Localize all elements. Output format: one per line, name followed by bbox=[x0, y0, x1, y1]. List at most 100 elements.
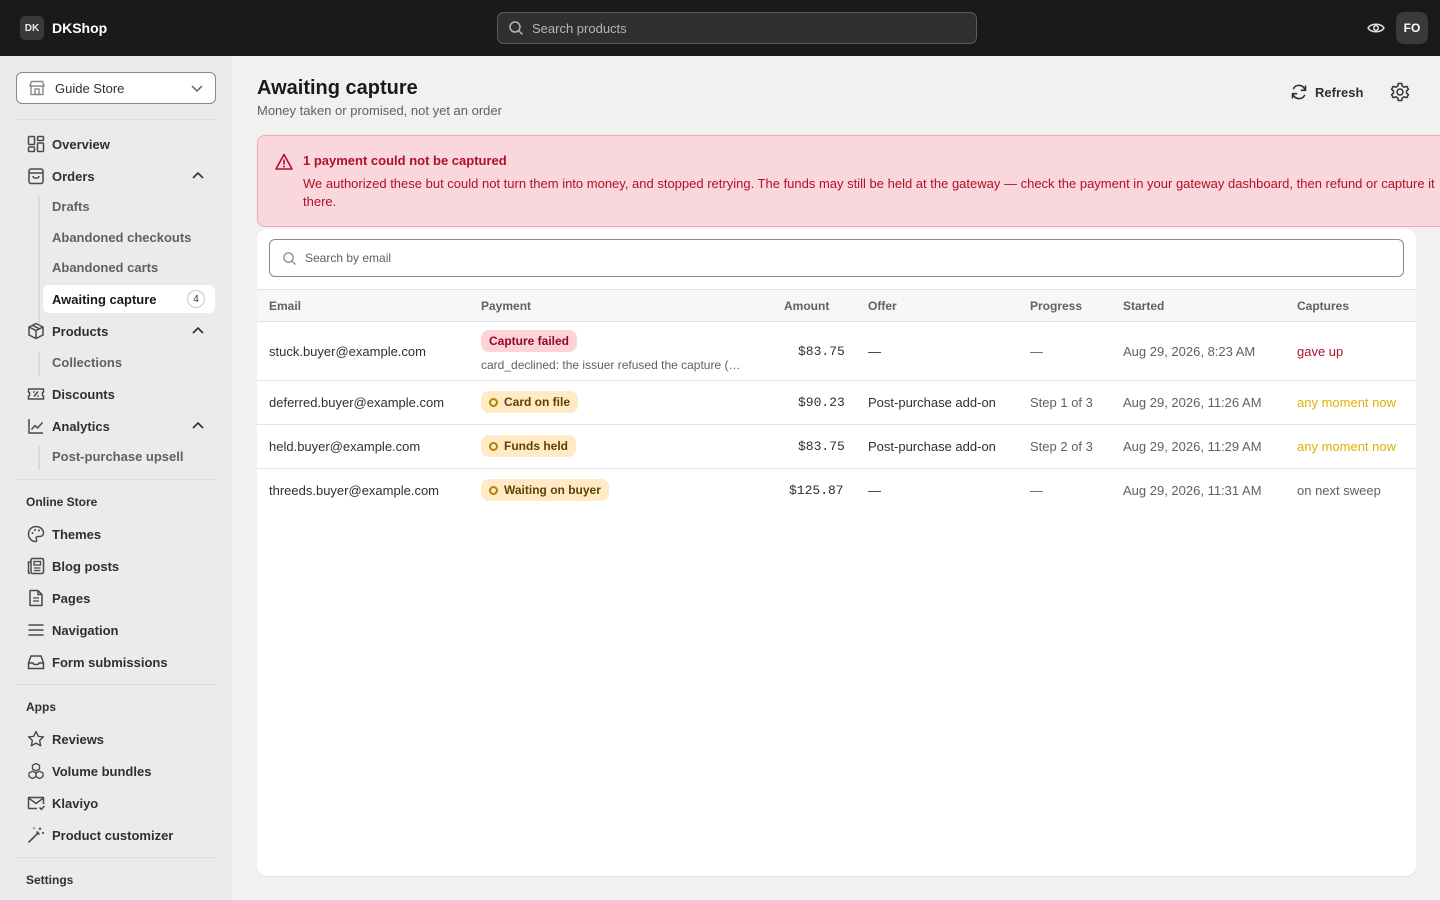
eye-icon[interactable] bbox=[1366, 18, 1386, 38]
column-payment[interactable]: Payment bbox=[481, 299, 531, 313]
divider bbox=[16, 684, 216, 685]
row-captures: any moment now bbox=[1297, 439, 1396, 454]
nav-abandoned-carts[interactable]: Abandoned carts bbox=[52, 255, 158, 279]
blog-icon bbox=[27, 557, 45, 575]
status-badge: Funds held bbox=[481, 435, 576, 457]
table-row[interactable]: deferred.buyer@example.com Card on file … bbox=[257, 381, 1416, 425]
nav-product-customizer[interactable]: Product customizer bbox=[26, 821, 216, 849]
nav-label: Form submissions bbox=[52, 654, 168, 670]
email-icon bbox=[27, 796, 46, 811]
nav-products[interactable]: Products bbox=[26, 317, 216, 345]
gear-icon[interactable] bbox=[1389, 81, 1411, 103]
status-dot-icon bbox=[489, 485, 498, 495]
nav-klaviyo[interactable]: Klaviyo bbox=[26, 789, 216, 817]
top-bar: DK DKShop Search products FO bbox=[0, 0, 1440, 56]
nav-overview[interactable]: Overview bbox=[26, 130, 216, 158]
nav-label: Themes bbox=[52, 526, 102, 542]
row-progress: Step 2 of 3 bbox=[1030, 439, 1093, 454]
section-settings[interactable]: Settings bbox=[26, 873, 73, 887]
count-badge: 4 bbox=[187, 290, 205, 308]
sidebar: Guide Store Overview Orders Drafts Aband… bbox=[0, 56, 232, 900]
capture-failure-banner: 1 payment could not be captured We autho… bbox=[257, 135, 1440, 227]
error-message: card_declined: the issuer refused the ca… bbox=[481, 358, 741, 372]
search-icon bbox=[283, 251, 296, 265]
column-started[interactable]: Started bbox=[1123, 299, 1164, 313]
nav-analytics[interactable]: Analytics bbox=[26, 412, 216, 440]
nav-collections[interactable]: Collections bbox=[52, 350, 122, 374]
menu-icon bbox=[28, 624, 44, 636]
brand-name: DKShop bbox=[52, 20, 108, 36]
row-captures: any moment now bbox=[1297, 395, 1396, 410]
subnav-line bbox=[38, 446, 40, 470]
nav-pages[interactable]: Pages bbox=[26, 584, 216, 612]
palette-icon bbox=[27, 525, 45, 543]
row-offer: Post-purchase add-on bbox=[868, 395, 996, 410]
email-search-input[interactable]: Search by email bbox=[269, 239, 1404, 277]
store-selector[interactable]: Guide Store bbox=[16, 72, 216, 104]
row-started: Aug 29, 2026, 8:23 AM bbox=[1123, 344, 1256, 359]
nav-label: Discounts bbox=[52, 386, 115, 402]
brand[interactable]: DK DKShop bbox=[20, 16, 107, 40]
row-offer: — bbox=[868, 483, 881, 498]
chevron-up-icon[interactable] bbox=[190, 168, 206, 184]
chevron-up-icon[interactable] bbox=[190, 418, 206, 434]
nav-navigation[interactable]: Navigation bbox=[26, 616, 216, 644]
column-offer[interactable]: Offer bbox=[868, 299, 897, 313]
banner-title: 1 payment could not be captured bbox=[303, 153, 507, 168]
store-icon bbox=[29, 80, 45, 96]
status-badge: Card on file bbox=[481, 391, 579, 413]
refresh-icon bbox=[1291, 84, 1307, 100]
nav-post-purchase-upsell[interactable]: Post-purchase upsell bbox=[52, 444, 183, 468]
nav-form-submissions[interactable]: Form submissions bbox=[26, 648, 216, 676]
divider bbox=[16, 119, 216, 120]
column-captures[interactable]: Captures bbox=[1297, 299, 1349, 313]
nav-reviews[interactable]: Reviews bbox=[26, 725, 216, 753]
badge-label: Waiting on buyer bbox=[504, 483, 601, 497]
product-icon bbox=[28, 322, 44, 340]
nav-drafts[interactable]: Drafts bbox=[52, 194, 90, 218]
table-row[interactable]: threeds.buyer@example.com Waiting on buy… bbox=[257, 469, 1416, 513]
chevron-up-icon[interactable] bbox=[190, 323, 206, 339]
nav-abandoned-checkouts[interactable]: Abandoned checkouts bbox=[52, 225, 191, 249]
row-captures: on next sweep bbox=[1297, 483, 1381, 498]
badge-label: Capture failed bbox=[489, 334, 570, 348]
bundle-icon bbox=[28, 762, 44, 780]
store-logo: DK bbox=[20, 16, 44, 40]
row-amount: $83.75 bbox=[798, 344, 845, 359]
row-offer: — bbox=[868, 344, 881, 359]
table-row[interactable]: stuck.buyer@example.com Capture failed c… bbox=[257, 322, 1416, 381]
column-email[interactable]: Email bbox=[269, 299, 301, 313]
warning-icon bbox=[275, 153, 293, 170]
column-progress[interactable]: Progress bbox=[1030, 299, 1082, 313]
nav-discounts[interactable]: Discounts bbox=[26, 380, 216, 408]
inbox-icon bbox=[27, 655, 45, 670]
nav-orders[interactable]: Orders bbox=[26, 162, 216, 190]
nav-label: Blog posts bbox=[52, 558, 120, 574]
avatar[interactable]: FO bbox=[1396, 12, 1428, 44]
nav-label: Reviews bbox=[52, 731, 105, 747]
row-amount: $125.87 bbox=[789, 483, 844, 498]
status-badge: Waiting on buyer bbox=[481, 479, 609, 501]
search-placeholder: Search products bbox=[532, 20, 627, 36]
row-email: threeds.buyer@example.com bbox=[269, 483, 439, 498]
banner-message: We authorized these but could not turn t… bbox=[303, 176, 1435, 209]
row-captures: gave up bbox=[1297, 344, 1344, 359]
chevron-down-icon bbox=[191, 85, 203, 93]
nav-blog-posts[interactable]: Blog posts bbox=[26, 552, 216, 580]
nav-themes[interactable]: Themes bbox=[26, 520, 216, 548]
table-header: Email Payment Amount Offer Progress Star… bbox=[257, 289, 1416, 322]
page-title: Awaiting capture bbox=[257, 77, 418, 99]
search-icon bbox=[509, 21, 523, 35]
nav-awaiting-capture[interactable]: Awaiting capture 4 bbox=[43, 285, 215, 313]
table-row[interactable]: held.buyer@example.com Funds held $83.75… bbox=[257, 425, 1416, 469]
product-search-input[interactable]: Search products bbox=[497, 12, 977, 44]
status-dot-icon bbox=[489, 397, 498, 407]
nav-volume-bundles[interactable]: Volume bundles bbox=[26, 757, 216, 785]
row-amount: $83.75 bbox=[798, 439, 845, 454]
magic-wand-icon bbox=[28, 827, 44, 843]
refresh-button[interactable]: Refresh bbox=[1289, 81, 1363, 103]
row-progress: Step 1 of 3 bbox=[1030, 395, 1093, 410]
nav-label: Product customizer bbox=[52, 827, 174, 843]
column-amount[interactable]: Amount bbox=[784, 299, 829, 313]
page-icon bbox=[29, 589, 43, 607]
